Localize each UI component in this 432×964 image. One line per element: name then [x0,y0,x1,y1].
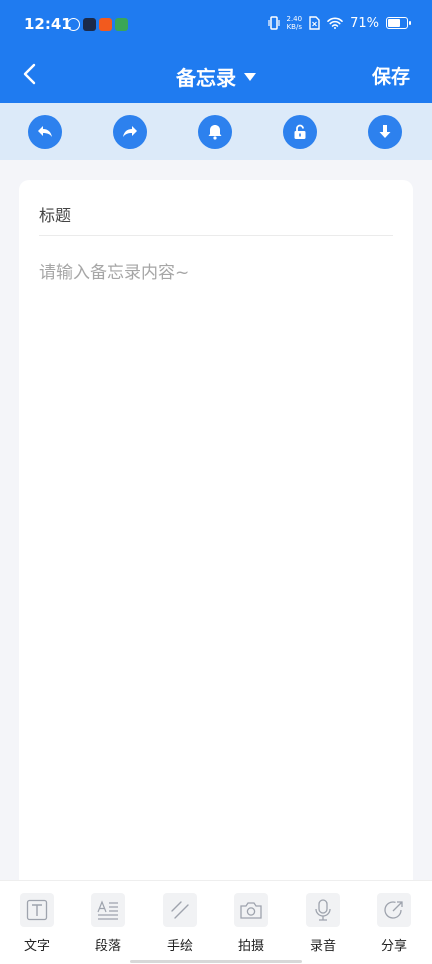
page-title-dropdown[interactable]: 备忘录 [0,62,432,91]
status-bar: 12:41 2.40 KB/s 71% [0,0,432,50]
app-notification-icon [67,18,80,31]
redo-icon [123,126,137,137]
reminder-button[interactable] [198,115,232,149]
home-indicator[interactable] [130,960,302,963]
note-title-input[interactable]: 标题 [39,202,71,226]
nav-bar: 备忘录 保存 [0,50,432,100]
shopping-app-icon [99,18,112,31]
text-icon [20,893,54,927]
bell-icon [208,125,222,140]
bottom-item-label: 拍摄 [237,939,264,954]
redo-button[interactable] [113,115,147,149]
bottom-item-label: 手绘 [166,939,193,954]
edit-toolbar [0,103,432,160]
video-app-icon [83,18,96,31]
net-speed: 2.40 KB/s [286,15,303,31]
battery-fill [388,19,401,27]
status-app-icons [67,18,128,31]
page-title: 备忘录 [176,66,236,90]
bottom-item-label: 段落 [94,939,121,954]
bottom-item-label: 分享 [380,939,407,954]
game-app-icon [115,18,128,31]
bottom-item-paragraph[interactable]: 段落 [83,893,133,954]
wifi-icon [327,17,343,29]
app-header: 12:41 2.40 KB/s 71% 备忘录 保存 [0,0,432,103]
bottom-item-camera[interactable]: 拍摄 [226,893,276,954]
lock-button[interactable] [283,115,317,149]
status-right: 2.40 KB/s 71% [267,15,411,31]
download-button[interactable] [368,115,402,149]
bottom-item-record[interactable]: 录音 [298,893,348,954]
bottom-tool-bar: 文字 段落 手绘 拍摄 录音 分享 [0,880,432,964]
bottom-item-draw[interactable]: 手绘 [155,893,205,954]
bottom-item-label: 录音 [309,939,336,954]
paragraph-icon [91,893,125,927]
save-button[interactable]: 保存 [372,62,410,89]
undo-button[interactable] [28,115,62,149]
camera-icon [234,893,268,927]
battery-icon [386,17,411,29]
download-icon [379,125,391,138]
note-content-input[interactable]: 请输入备忘录内容~ [39,258,189,283]
unlock-icon [294,124,306,139]
battery-percent: 71% [350,15,379,31]
microphone-icon [306,893,340,927]
caret-down-icon [244,73,256,81]
note-editor-card: 标题 请输入备忘录内容~ [19,180,413,900]
status-time: 12:41 [24,15,72,33]
draw-icon [163,893,197,927]
undo-icon [38,126,52,137]
share-icon [377,893,411,927]
bottom-item-share[interactable]: 分享 [369,893,419,954]
title-divider [39,235,393,236]
bottom-item-text[interactable]: 文字 [12,893,62,954]
bottom-item-label: 文字 [23,939,50,954]
vibrate-icon [267,16,280,30]
sim-icon [309,16,320,30]
